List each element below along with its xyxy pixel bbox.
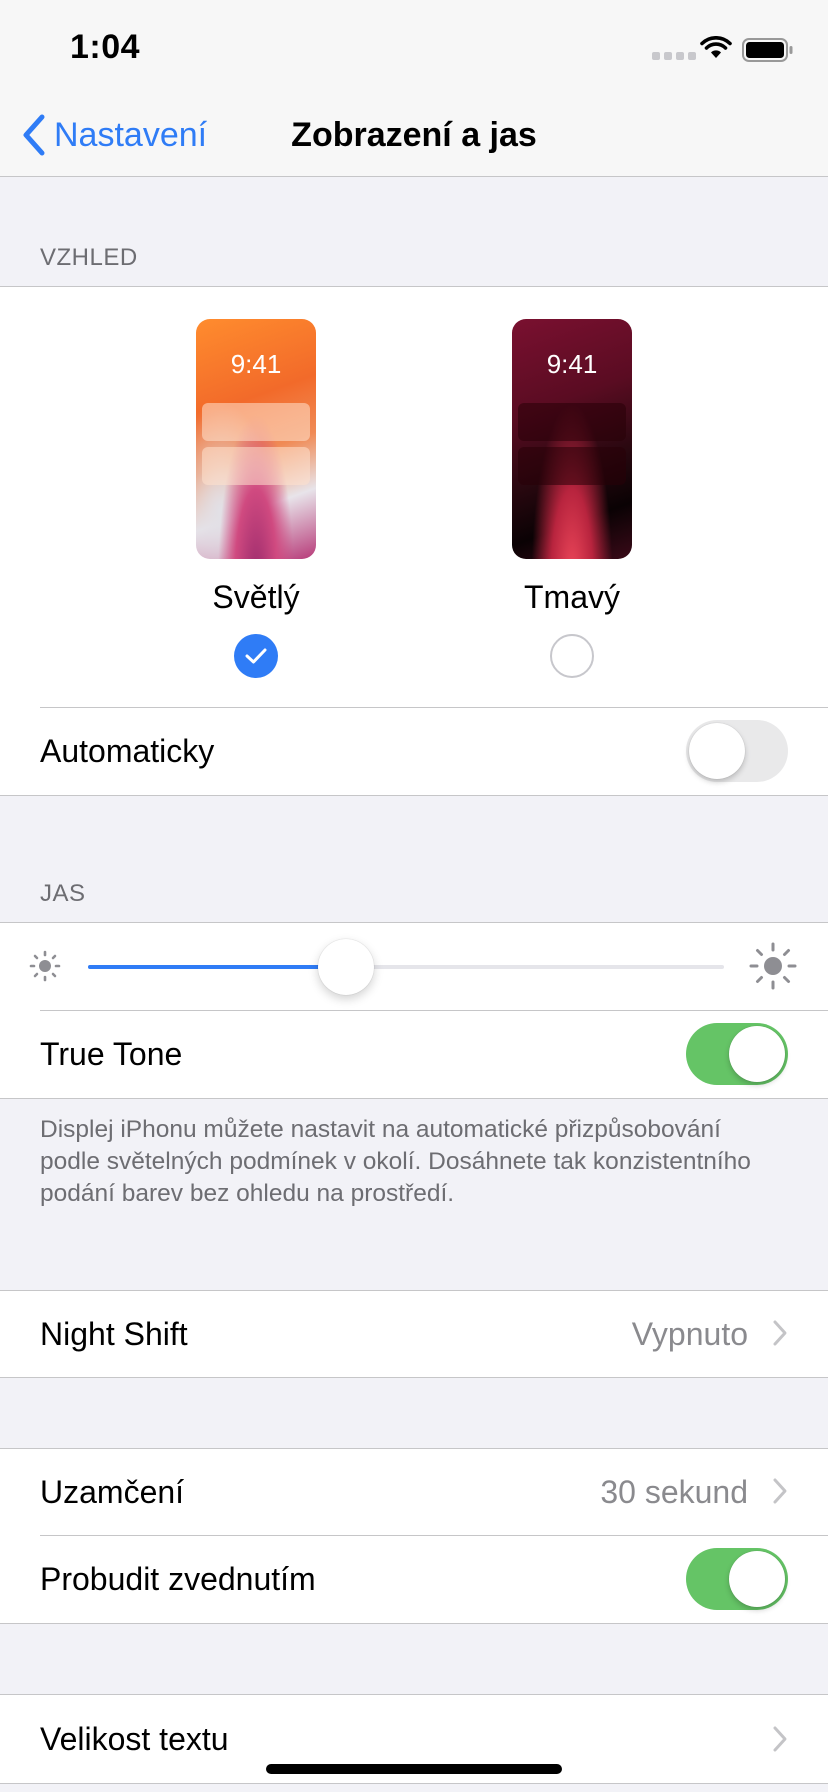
slider-thumb[interactable] [317,939,374,995]
navigation-bar: Nastavení Zobrazení a jas [0,100,828,177]
automatic-row: Automaticky [0,707,828,795]
auto-lock-value: 30 sekund [600,1474,748,1510]
brightness-section-header: JAS [40,880,86,907]
toggle-knob [729,1551,785,1607]
brightness-slider-row [0,923,828,1011]
light-preview-time: 9:41 [230,349,282,379]
chevron-right-icon [773,1478,787,1504]
preview-notification [202,403,310,441]
toggle-knob [729,1026,785,1082]
brightness-group: True Tone [0,922,828,1099]
chevron-right-icon [773,1320,787,1346]
sun-large-icon [749,942,797,990]
auto-lock-row[interactable]: Uzamčení 30 sekund [0,1449,828,1535]
battery-icon [742,38,793,62]
light-mode-preview[interactable]: 9:41 [196,319,316,559]
brightness-slider[interactable] [88,939,724,995]
night-shift-group: Night Shift Vypnuto [0,1290,828,1378]
appearance-group: 9:41 Světlý 9:41 Tmavý Automaticky [0,286,828,796]
true-tone-row: True Tone [0,1010,828,1098]
signal-dots-icon [652,52,696,60]
toggle-knob [689,723,745,779]
checkmark-icon [245,648,267,664]
chevron-right-icon [773,1726,787,1752]
light-mode-option[interactable]: 9:41 Světlý [171,287,341,678]
status-time: 1:04 [70,28,141,66]
preview-notification [518,447,626,485]
dark-mode-label: Tmavý [524,579,620,615]
dark-mode-option[interactable]: 9:41 Tmavý [487,287,657,678]
status-bar: 1:04 [0,0,828,100]
true-tone-label: True Tone [40,1036,183,1072]
dark-mode-preview[interactable]: 9:41 [512,319,632,559]
auto-lock-label: Uzamčení [40,1474,185,1510]
automatic-toggle[interactable] [686,720,788,782]
raise-to-wake-row: Probudit zvednutím [0,1535,828,1623]
slider-fill [88,965,346,969]
raise-to-wake-toggle[interactable] [686,1548,788,1610]
appearance-section-header: VZHLED [40,244,138,271]
sun-small-icon [29,950,61,982]
light-mode-label: Světlý [212,579,300,615]
lock-group: Uzamčení 30 sekund Probudit zvednutím [0,1448,828,1624]
light-mode-radio-selected[interactable] [234,634,278,678]
dark-mode-radio[interactable] [550,634,594,678]
text-size-label: Velikost textu [40,1721,229,1757]
true-tone-footer: Displej iPhonu můžete nastavit na automa… [40,1116,751,1207]
page-title: Zobrazení a jas [291,116,537,154]
night-shift-label: Night Shift [40,1316,188,1352]
night-shift-row[interactable]: Night Shift Vypnuto [0,1291,828,1377]
raise-to-wake-label: Probudit zvednutím [40,1561,316,1597]
dark-preview-time: 9:41 [546,349,598,379]
home-indicator[interactable] [266,1764,562,1774]
night-shift-value: Vypnuto [631,1316,748,1352]
wifi-icon [700,36,732,58]
preview-notification [518,403,626,441]
preview-notification [202,447,310,485]
true-tone-toggle[interactable] [686,1023,788,1085]
automatic-label: Automaticky [40,733,215,769]
